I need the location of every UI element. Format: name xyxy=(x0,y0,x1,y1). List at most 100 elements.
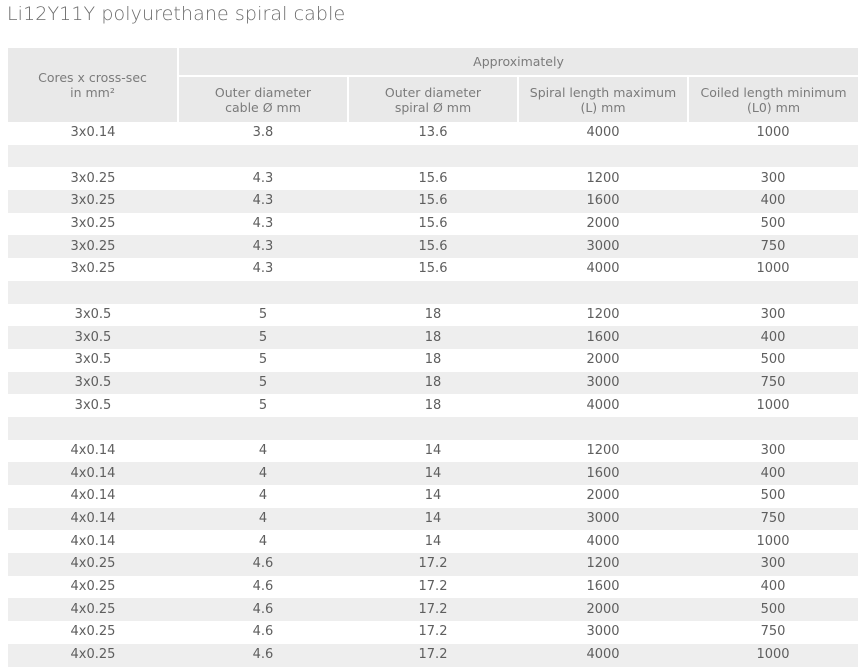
coiled-length-cell xyxy=(688,144,859,168)
table-row: 3x0.5 5 18 1200 300 xyxy=(8,304,858,327)
table-row: 3x0.5 5 18 4000 1000 xyxy=(8,394,858,417)
cores-cell: 4x0.25 xyxy=(8,643,178,667)
header-coiled-length-label: Coiled length minimum (L0) mm xyxy=(700,84,847,115)
page-title: Li12Y11Y polyurethane spiral cable xyxy=(7,3,346,25)
outer-cable-cell: 5 xyxy=(178,371,348,395)
spiral-length-cell xyxy=(518,144,688,168)
outer-spiral-cell: 17.2 xyxy=(348,553,518,576)
outer-cable-cell: 4 xyxy=(178,462,348,485)
header-outer-spiral-label: Outer diameter spiral Ø mm xyxy=(384,84,482,115)
table-row: 4x0.14 4 14 3000 750 xyxy=(8,507,859,531)
cores-cell: 3x0.25 xyxy=(8,190,178,213)
header-coiled-length: Coiled length minimum (L0) mm xyxy=(686,76,859,122)
spiral-length-cell: 1600 xyxy=(586,579,620,595)
header-cores: Cores x cross-sec in mm² xyxy=(8,48,179,122)
spiral-length-cell: 2000 xyxy=(518,598,688,622)
cores-cell: 4x0.14 xyxy=(70,442,116,458)
spiral-length-cell: 3000 xyxy=(586,624,620,640)
outer-spiral-cell: 13.6 xyxy=(418,125,448,141)
coiled-length-cell: 500 xyxy=(760,488,786,504)
cores-cell: 4x0.25 xyxy=(70,624,116,640)
cores-cell: 3x0.5 xyxy=(8,326,178,349)
outer-cable-cell: 4.6 xyxy=(178,598,348,622)
table-row: 3x0.25 4.3 15.6 1200 300 xyxy=(8,167,858,190)
outer-spiral-cell: 17.2 xyxy=(348,598,518,622)
spiral-length-cell: 3000 xyxy=(518,371,688,395)
table-row: 3x0.25 4.3 15.6 2000 500 xyxy=(8,213,858,236)
outer-spiral-cell: 15.6 xyxy=(348,235,518,259)
table-row: 3x0.25 4.3 15.6 3000 750 xyxy=(8,235,859,259)
cores-cell: 3x0.5 xyxy=(74,352,112,368)
table-row xyxy=(8,280,859,304)
coiled-length-cell: 1000 xyxy=(688,643,859,667)
cores-cell: 3x0.25 xyxy=(70,216,116,232)
outer-spiral-cell: 17.2 xyxy=(418,624,448,640)
coiled-length-cell: 1000 xyxy=(756,533,790,549)
coiled-length-cell: 400 xyxy=(688,326,859,349)
outer-cable-cell: 4 xyxy=(258,442,268,458)
cores-cell: 4x0.14 xyxy=(8,462,178,485)
header-spiral-length-label: Spiral length maximum (L) mm xyxy=(529,84,677,115)
outer-cable-cell: 5 xyxy=(258,352,268,368)
coiled-length-cell xyxy=(688,416,859,440)
spiral-length-cell: 3000 xyxy=(518,235,688,259)
outer-spiral-cell: 15.6 xyxy=(348,190,518,213)
outer-spiral-cell: 15.6 xyxy=(418,170,448,186)
outer-cable-cell: 4 xyxy=(178,507,348,531)
spiral-length-cell: 1600 xyxy=(518,462,688,485)
table-row: 4x0.25 4.6 17.2 4000 1000 xyxy=(8,643,859,667)
cores-cell: 3x0.5 xyxy=(74,306,112,322)
outer-cable-cell: 3.8 xyxy=(252,125,274,141)
table-row: 3x0.25 4.3 15.6 4000 1000 xyxy=(8,258,858,281)
outer-cable-cell: 4.3 xyxy=(252,170,274,186)
coiled-length-cell xyxy=(688,280,859,304)
coiled-length-cell: 750 xyxy=(688,507,859,531)
outer-spiral-cell: 14 xyxy=(424,533,442,549)
cores-cell xyxy=(8,280,178,304)
cores-cell xyxy=(8,144,178,168)
outer-cable-cell: 4.6 xyxy=(178,553,348,576)
outer-spiral-cell: 15.6 xyxy=(418,261,448,277)
table-row: 3x0.25 4.3 15.6 1600 400 xyxy=(8,190,859,213)
outer-cable-cell: 4.6 xyxy=(252,624,274,640)
spiral-length-cell: 1200 xyxy=(586,306,620,322)
outer-spiral-cell: 18 xyxy=(424,352,442,368)
outer-spiral-cell: 15.6 xyxy=(418,216,448,232)
spiral-length-cell: 3000 xyxy=(518,507,688,531)
cores-cell: 4x0.25 xyxy=(8,598,178,622)
header-cores-label: Cores x cross-sec in mm² xyxy=(38,70,147,100)
outer-spiral-cell: 14 xyxy=(424,442,442,458)
spiral-length-cell: 2000 xyxy=(586,352,620,368)
outer-cable-cell: 4.3 xyxy=(178,235,348,259)
table-row: 3x0.5 5 18 2000 500 xyxy=(8,349,858,372)
coiled-length-cell: 1000 xyxy=(756,397,790,413)
outer-spiral-cell: 14 xyxy=(348,507,518,531)
outer-cable-cell: 4 xyxy=(258,533,268,549)
table-row: 4x0.25 4.6 17.2 2000 500 xyxy=(8,598,859,622)
table-row: 4x0.14 4 14 2000 500 xyxy=(8,485,858,508)
table-row: 3x0.5 5 18 3000 750 xyxy=(8,371,859,395)
coiled-length-cell: 300 xyxy=(760,442,786,458)
coiled-length-cell: 500 xyxy=(760,352,786,368)
header-approximately: Approximately xyxy=(178,48,859,77)
spiral-length-cell: 4000 xyxy=(518,643,688,667)
cores-cell xyxy=(8,416,178,440)
coiled-length-cell: 400 xyxy=(760,579,786,595)
outer-cable-cell: 5 xyxy=(258,397,268,413)
cores-cell: 4x0.25 xyxy=(8,553,178,576)
coiled-length-cell: 300 xyxy=(760,170,786,186)
outer-spiral-cell: 14 xyxy=(424,488,442,504)
cores-cell: 4x0.14 xyxy=(8,507,178,531)
table-row: 4x0.14 4 14 1200 300 xyxy=(8,440,858,463)
cores-cell: 3x0.25 xyxy=(70,170,116,186)
table-row xyxy=(8,416,859,440)
cores-cell: 3x0.25 xyxy=(8,235,178,259)
cores-cell: 4x0.14 xyxy=(70,488,116,504)
table-row: 4x0.14 4 14 1600 400 xyxy=(8,462,859,485)
spec-table: Cores x cross-sec in mm² Approximately Ou… xyxy=(8,48,859,667)
coiled-length-cell: 400 xyxy=(688,190,859,213)
cores-cell: 3x0.25 xyxy=(70,261,116,277)
outer-cable-cell: 4.3 xyxy=(252,216,274,232)
coiled-length-cell: 750 xyxy=(760,624,786,640)
header-outer-cable: Outer diameter cable Ø mm xyxy=(178,76,348,122)
